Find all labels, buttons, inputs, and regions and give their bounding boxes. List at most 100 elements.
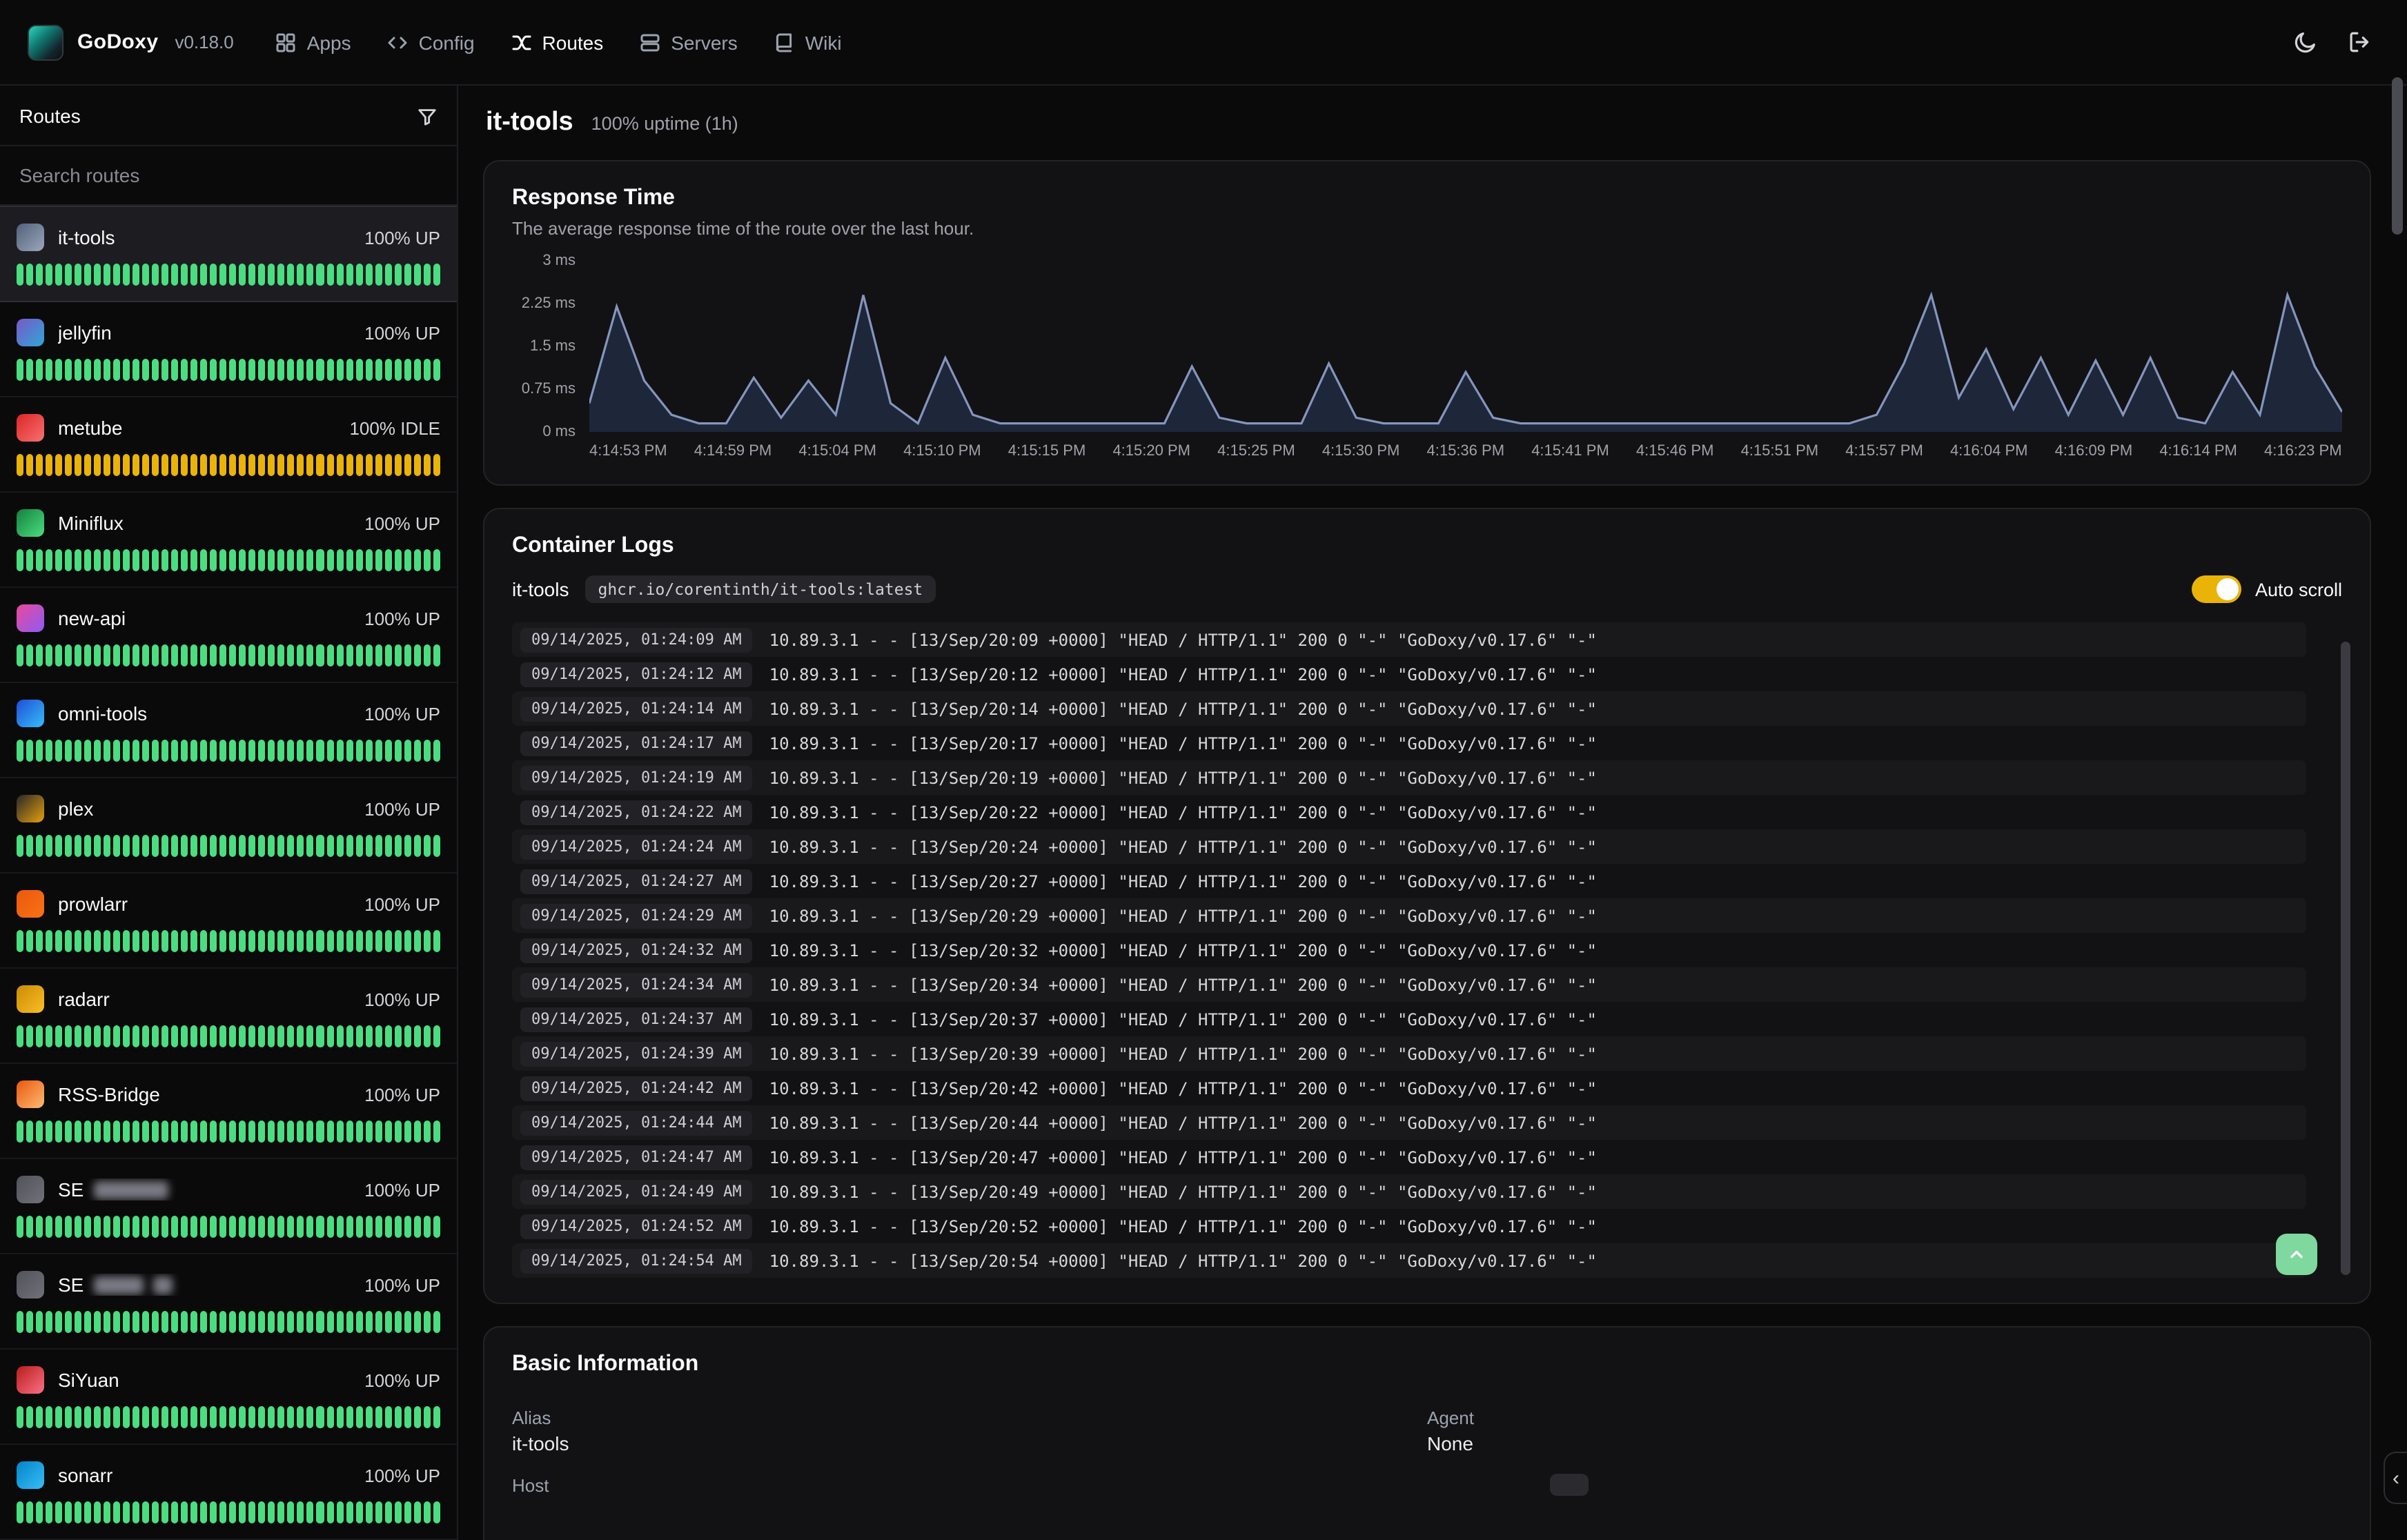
route-item-se[interactable]: SE100% UP	[0, 1254, 457, 1350]
uptime-bar	[172, 740, 179, 762]
uptime-bar	[317, 1216, 324, 1238]
uptime-bar	[384, 740, 391, 762]
y-axis-label: 3 ms	[542, 253, 576, 269]
uptime-bar	[423, 930, 430, 952]
route-item-siyuan[interactable]: SiYuan100% UP	[0, 1350, 457, 1445]
brand-version: v0.18.0	[175, 32, 233, 52]
uptime-bar	[123, 264, 130, 286]
uptime-bar	[55, 1406, 62, 1428]
uptime-bar	[152, 644, 159, 667]
uptime-bar	[65, 454, 72, 476]
redacted-text	[93, 1181, 168, 1198]
uptime-bar	[394, 835, 401, 857]
uptime-bar	[201, 1311, 208, 1333]
nav-item-apps[interactable]: Apps	[275, 31, 351, 53]
log-row: 09/14/2025, 01:24:49 AM10.89.3.1 - - [13…	[512, 1174, 2306, 1209]
uptime-bar	[268, 264, 275, 286]
uptime-bar	[413, 1406, 420, 1428]
nav-item-label: Routes	[542, 31, 604, 53]
nav-item-routes[interactable]: Routes	[511, 31, 604, 53]
uptime-bars	[17, 740, 440, 762]
uptime-bar	[307, 644, 314, 667]
uptime-bar	[404, 835, 411, 857]
nav-item-servers[interactable]: Servers	[639, 31, 737, 53]
search-input[interactable]	[0, 145, 457, 206]
route-name-text: radarr	[58, 988, 110, 1010]
route-item-radarr[interactable]: radarr100% UP	[0, 969, 457, 1064]
route-item-omni-tools[interactable]: omni-tools100% UP	[0, 683, 457, 778]
log-row: 09/14/2025, 01:24:47 AM10.89.3.1 - - [13…	[512, 1140, 2306, 1174]
uptime-bar	[220, 1501, 227, 1523]
uptime-bar	[346, 454, 353, 476]
sidebar-collapse-tab[interactable]: ‹	[2384, 1452, 2407, 1504]
uptime-bar	[239, 549, 246, 571]
route-name: jellyfin	[58, 322, 351, 344]
uptime-bar	[142, 1121, 149, 1143]
uptime-bar	[75, 1501, 81, 1523]
uptime-bar	[375, 359, 382, 381]
route-item-miniflux[interactable]: Miniflux100% UP	[0, 493, 457, 588]
route-item-it-tools[interactable]: it-tools100% UP	[0, 206, 457, 302]
page-scrollbar-thumb[interactable]	[2392, 77, 2403, 235]
route-item-metube[interactable]: metube100% IDLE	[0, 397, 457, 493]
metube-app-icon	[17, 414, 44, 442]
uptime-bar	[288, 1025, 295, 1047]
log-scrollbar[interactable]	[2341, 642, 2350, 1275]
uptime-bar	[268, 359, 275, 381]
logout-button[interactable]	[2348, 30, 2371, 54]
uptime-bar	[326, 264, 333, 286]
page-scrollbar[interactable]	[2388, 0, 2407, 1540]
uptime-bar	[84, 1121, 91, 1143]
routes-sidebar: Routes it-tools100% UPjellyfin100% UPmet…	[0, 86, 458, 1540]
redacted-text	[93, 1276, 143, 1294]
uptime-bar	[181, 1216, 188, 1238]
log-list[interactable]: 09/14/2025, 01:24:09 AM10.89.3.1 - - [13…	[512, 622, 2306, 1278]
x-axis-label: 4:16:09 PM	[2055, 443, 2133, 460]
uptime-bar	[161, 644, 168, 667]
uptime-bar	[201, 264, 208, 286]
uptime-bar	[113, 549, 120, 571]
route-item-sonarr[interactable]: sonarr100% UP	[0, 1445, 457, 1540]
route-item-new-api[interactable]: new-api100% UP	[0, 588, 457, 683]
uptime-bar	[210, 1311, 217, 1333]
uptime-bar	[278, 1216, 285, 1238]
redacted-text	[153, 1276, 172, 1294]
uptime-bar	[46, 644, 52, 667]
uptime-bar	[365, 835, 372, 857]
route-item-plex[interactable]: plex100% UP	[0, 778, 457, 873]
nav-item-config[interactable]: Config	[387, 31, 475, 53]
uptime-bar	[297, 549, 304, 571]
jellyfin-app-icon	[17, 319, 44, 346]
theme-toggle-button[interactable]	[2294, 30, 2317, 54]
uptime-bar	[278, 1406, 285, 1428]
uptime-bar	[413, 1216, 420, 1238]
uptime-bar	[46, 549, 52, 571]
log-row: 09/14/2025, 01:24:52 AM10.89.3.1 - - [13…	[512, 1209, 2306, 1243]
uptime-bar	[230, 835, 237, 857]
route-item-jellyfin[interactable]: jellyfin100% UP	[0, 302, 457, 397]
auto-scroll-toggle[interactable]	[2192, 575, 2241, 603]
uptime-bar	[132, 1406, 139, 1428]
uptime-bar	[384, 1216, 391, 1238]
scroll-to-top-button[interactable]	[2276, 1234, 2317, 1275]
uptime-bar	[201, 549, 208, 571]
uptime-bar	[413, 740, 420, 762]
route-item-rss-bridge[interactable]: RSS-Bridge100% UP	[0, 1064, 457, 1159]
uptime-bar	[413, 454, 420, 476]
uptime-bar	[278, 1025, 285, 1047]
uptime-bar	[201, 930, 208, 952]
uptime-bar	[210, 835, 217, 857]
filter-button[interactable]	[417, 106, 438, 126]
route-item-se[interactable]: SE100% UP	[0, 1159, 457, 1254]
route-name-text: SE	[58, 1178, 83, 1201]
route-item-prowlarr[interactable]: prowlarr100% UP	[0, 873, 457, 969]
uptime-bar	[36, 1121, 43, 1143]
uptime-bar	[317, 1311, 324, 1333]
uptime-bar	[152, 549, 159, 571]
uptime-bar	[259, 1025, 266, 1047]
log-row: 09/14/2025, 01:24:29 AM10.89.3.1 - - [13…	[512, 898, 2306, 933]
uptime-bar	[346, 740, 353, 762]
uptime-bar	[210, 1406, 217, 1428]
log-row: 09/14/2025, 01:24:37 AM10.89.3.1 - - [13…	[512, 1002, 2306, 1036]
nav-item-wiki[interactable]: Wiki	[774, 31, 842, 53]
